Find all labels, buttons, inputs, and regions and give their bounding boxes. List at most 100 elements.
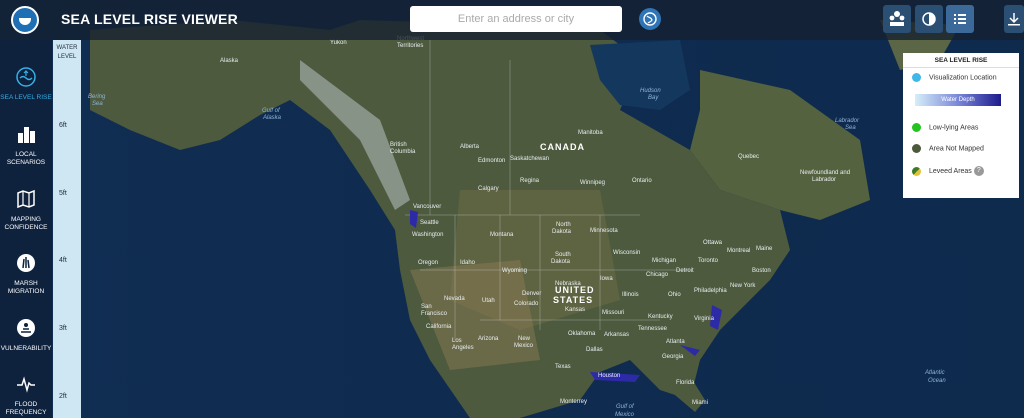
svg-text:Edmonton: Edmonton	[478, 158, 505, 164]
svg-text:Bering: Bering	[88, 94, 106, 100]
svg-text:Houston: Houston	[598, 373, 620, 379]
svg-text:Nebraska: Nebraska	[555, 281, 581, 287]
svg-text:Florida: Florida	[676, 380, 695, 386]
legend-item-visualization-location: Visualization Location	[912, 73, 997, 82]
svg-text:Kansas: Kansas	[565, 307, 585, 313]
svg-text:South: South	[555, 252, 571, 258]
svg-text:Chicago: Chicago	[646, 272, 669, 278]
map-icon	[17, 189, 35, 209]
svg-text:Atlanta: Atlanta	[666, 339, 685, 345]
water-level-tick: 2ft	[59, 393, 67, 400]
top-bar: SEA LEVEL RISE VIEWER	[0, 0, 1024, 40]
basemap[interactable]: CANADA UNITED STATES Gulf of Alaska Huds…	[0, 0, 1024, 418]
legend-label: Low-lying Areas	[929, 124, 979, 132]
legend-label: Area Not Mapped	[929, 145, 984, 153]
water-level-title: WATER LEVEL	[56, 45, 78, 60]
svg-text:Ocean: Ocean	[928, 378, 946, 384]
vulnerability-icon	[17, 319, 35, 337]
search-input[interactable]	[410, 6, 622, 32]
svg-text:Gulf of: Gulf of	[262, 108, 281, 114]
svg-text:New: New	[518, 336, 531, 342]
svg-text:Alaska: Alaska	[220, 58, 239, 64]
sidebar-item-flood-frequency[interactable]: FLOOD FREQUENCY	[0, 373, 52, 417]
globe-icon[interactable]	[639, 8, 661, 30]
svg-text:Sea: Sea	[92, 101, 103, 107]
legend-item-low-lying-areas: Low-lying Areas	[912, 123, 978, 132]
sidebar-item-sea-level-rise[interactable]: SEA LEVEL RISE	[0, 66, 52, 102]
legend-item-leveed-areas: Leveed Areas?	[912, 166, 984, 176]
contrast-icon[interactable]	[915, 5, 943, 33]
svg-text:North: North	[556, 222, 571, 228]
legend-label: Visualization Location	[929, 74, 997, 82]
noaa-logo[interactable]	[11, 6, 39, 34]
svg-text:Kentucky: Kentucky	[648, 314, 673, 320]
water-level-slider[interactable]: WATER LEVEL 6ft 5ft 4ft 3ft 2ft	[53, 40, 81, 418]
water-depth-gradient: Water Depth	[915, 94, 1001, 106]
sidebar-item-label: SEA LEVEL RISE	[0, 94, 52, 101]
svg-text:San: San	[421, 304, 432, 310]
svg-text:Hudson: Hudson	[640, 88, 661, 94]
water-level-tick: 4ft	[59, 257, 67, 264]
svg-text:Calgary: Calgary	[478, 186, 499, 192]
svg-text:Oklahoma: Oklahoma	[568, 331, 596, 337]
svg-text:Montana: Montana	[490, 232, 514, 238]
svg-text:Labrador: Labrador	[835, 118, 860, 124]
svg-text:CANADA: CANADA	[540, 142, 585, 152]
marsh-icon	[17, 254, 35, 272]
legend-divider	[903, 67, 1019, 68]
svg-text:Colorado: Colorado	[514, 301, 539, 307]
svg-text:Texas: Texas	[555, 364, 571, 370]
svg-text:Arizona: Arizona	[478, 336, 499, 342]
svg-text:Utah: Utah	[482, 298, 495, 304]
sidebar-item-label: MAPPING CONFIDENCE	[4, 216, 48, 231]
svg-text:Los: Los	[452, 338, 462, 344]
left-sidebar: SEA LEVEL RISE LOCAL SCENARIOS MAPPING C…	[0, 40, 52, 418]
sidebar-item-marsh-migration[interactable]: MARSH MIGRATION	[0, 252, 52, 296]
svg-text:Territories: Territories	[397, 43, 423, 49]
svg-text:Denver: Denver	[522, 291, 541, 297]
svg-text:Detroit: Detroit	[676, 268, 694, 274]
legend-item-area-not-mapped: Area Not Mapped	[912, 144, 984, 153]
app-title: SEA LEVEL RISE VIEWER	[61, 11, 238, 27]
svg-text:Arkansas: Arkansas	[604, 332, 629, 338]
sidebar-item-label: LOCAL SCENARIOS	[6, 151, 46, 166]
svg-text:Regina: Regina	[520, 178, 540, 184]
legend-label: Leveed Areas	[929, 167, 972, 175]
sidebar-item-label: MARSH MIGRATION	[7, 280, 45, 295]
svg-text:Newfoundland and: Newfoundland and	[800, 170, 850, 176]
svg-text:Oregon: Oregon	[418, 260, 438, 266]
svg-text:Nevada: Nevada	[444, 296, 465, 302]
svg-text:Ontario: Ontario	[632, 178, 652, 184]
sidebar-item-label: VULNERABILITY	[0, 345, 52, 352]
sidebar-item-local-scenarios[interactable]: LOCAL SCENARIOS	[0, 123, 52, 167]
svg-text:British: British	[390, 142, 407, 148]
water-level-tick: 6ft	[59, 122, 67, 129]
unmapped-dot-icon	[912, 144, 921, 153]
sidebar-item-vulnerability[interactable]: VULNERABILITY	[0, 317, 52, 353]
people-icon[interactable]	[883, 5, 911, 33]
legend-panel: SEA LEVEL RISE Visualization Location Wa…	[903, 53, 1019, 198]
svg-text:Alaska: Alaska	[262, 115, 282, 121]
legend-list-icon[interactable]	[946, 5, 974, 33]
svg-text:Wisconsin: Wisconsin	[613, 250, 640, 256]
water-level-tick: 5ft	[59, 190, 67, 197]
location-marker-icon	[912, 73, 921, 82]
svg-text:Seattle: Seattle	[420, 220, 439, 226]
svg-text:Wyoming: Wyoming	[502, 268, 527, 274]
legend-title: SEA LEVEL RISE	[934, 57, 988, 64]
svg-text:Boston: Boston	[752, 268, 771, 274]
svg-text:Alberta: Alberta	[460, 144, 480, 150]
svg-text:Georgia: Georgia	[662, 354, 684, 360]
svg-text:Monterrey: Monterrey	[560, 399, 587, 405]
svg-text:Missouri: Missouri	[602, 310, 624, 316]
download-icon[interactable]	[1004, 5, 1024, 33]
svg-text:Maine: Maine	[756, 246, 773, 252]
sidebar-item-mapping-confidence[interactable]: MAPPING CONFIDENCE	[0, 188, 52, 232]
svg-text:Manitoba: Manitoba	[578, 130, 603, 136]
help-icon[interactable]: ?	[973, 166, 984, 176]
svg-text:Montreal: Montreal	[727, 248, 750, 254]
svg-text:New York: New York	[730, 283, 756, 289]
svg-text:Francisco: Francisco	[421, 311, 448, 317]
svg-text:Columbia: Columbia	[390, 149, 416, 155]
svg-text:Mexico: Mexico	[615, 412, 635, 418]
